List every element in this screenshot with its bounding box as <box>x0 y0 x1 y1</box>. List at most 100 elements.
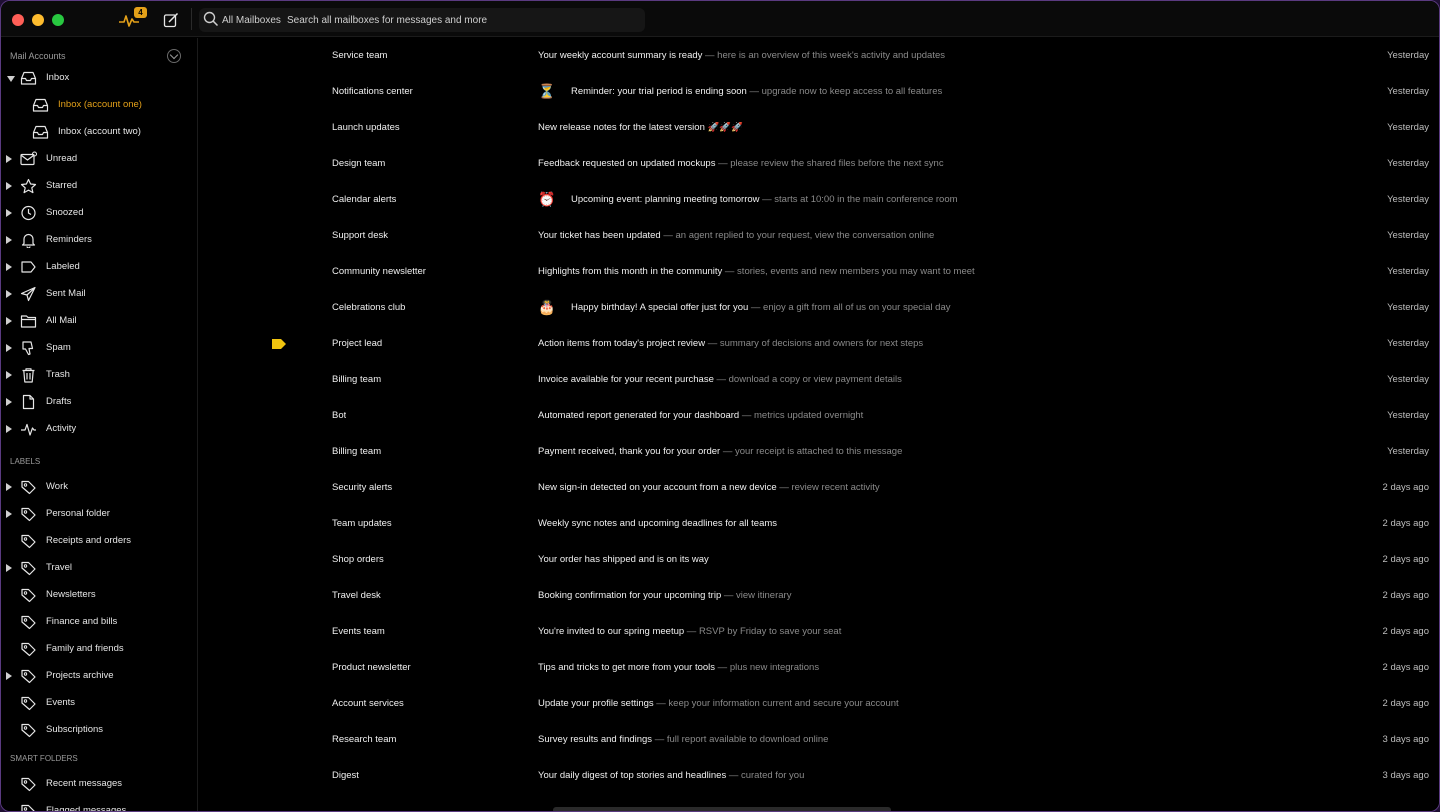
sidebar-item-clock[interactable]: Snoozed <box>1 201 197 225</box>
message-row[interactable]: Project lead Action items from today's pr… <box>199 326 1439 362</box>
disclosure-triangle-icon[interactable] <box>6 317 12 325</box>
disclosure-triangle-icon[interactable] <box>6 425 12 433</box>
message-row[interactable]: Digest Your daily digest of top stories a… <box>199 758 1439 794</box>
disclosure-triangle-icon[interactable] <box>6 290 12 298</box>
message-sender: Celebrations club <box>332 302 406 313</box>
message-sender: Bot <box>332 410 347 421</box>
sidebar-item-star[interactable]: Starred <box>1 174 197 198</box>
sidebar-smart-folder[interactable]: Flagged messages <box>1 799 197 812</box>
accounts-menu-button[interactable] <box>167 49 181 63</box>
sidebar-item-trash[interactable]: Trash <box>1 363 197 387</box>
disclosure-triangle-icon[interactable] <box>7 76 15 82</box>
message-row[interactable]: Service team Your weekly account summary … <box>199 38 1439 74</box>
sidebar-label-item[interactable]: Family and friends <box>1 637 197 661</box>
message-subject-text: Booking confirmation for your upcoming t… <box>538 590 722 601</box>
tag-icon <box>21 615 36 630</box>
message-subject-text: New sign-in detected on your account fro… <box>538 482 777 493</box>
message-row[interactable]: Product newsletter Tips and tricks to get… <box>199 650 1439 686</box>
message-row[interactable]: Shop orders Your order has shipped and is… <box>199 542 1439 578</box>
disclosure-triangle-icon[interactable] <box>6 344 12 352</box>
message-row[interactable]: Team updates Weekly sync notes and upcomi… <box>199 506 1439 542</box>
message-row[interactable]: Design team Feedback requested on updated… <box>199 146 1439 182</box>
message-date: Yesterday <box>1387 50 1429 61</box>
message-subject-text: Automated report generated for your dash… <box>538 410 740 421</box>
message-row[interactable]: Celebrations club 🎂 Happy birthday! A spec… <box>199 290 1439 326</box>
horizontal-scrollbar[interactable] <box>553 807 891 811</box>
sidebar-label-item[interactable]: Work <box>1 475 197 499</box>
disclosure-triangle-icon[interactable] <box>6 263 12 271</box>
message-subject-text: Upcoming event: planning meeting tomorro… <box>571 194 760 205</box>
disclosure-triangle-icon[interactable] <box>6 371 12 379</box>
sidebar-label-item[interactable]: Finance and bills <box>1 610 197 634</box>
sidebar-item-send[interactable]: Sent Mail <box>1 282 197 306</box>
disclosure-triangle-icon[interactable] <box>6 155 12 163</box>
sidebar-label-item[interactable]: Personal folder <box>1 502 197 526</box>
labels-section-header: LABELS <box>10 457 41 466</box>
disclosure-triangle-icon[interactable] <box>6 510 12 518</box>
tag-icon <box>21 723 36 738</box>
message-preview: — enjoy a gift from all of us on your sp… <box>748 302 951 313</box>
message-row[interactable]: Events team You're invited to our spring … <box>199 614 1439 650</box>
message-row[interactable]: Notifications center ⏳ Reminder: your tria… <box>199 74 1439 110</box>
zoom-window-button[interactable] <box>52 14 64 26</box>
sidebar-item-bell[interactable]: Reminders <box>1 228 197 252</box>
sidebar-item-activity[interactable]: Activity <box>1 417 197 441</box>
sidebar-item-label: Reminders <box>46 234 92 245</box>
message-preview: — view itinerary <box>721 590 792 601</box>
sidebar-label-item[interactable]: Newsletters <box>1 583 197 607</box>
message-date: Yesterday <box>1387 158 1429 169</box>
sidebar-label-item[interactable]: Receipts and orders <box>1 529 197 553</box>
disclosure-triangle-icon[interactable] <box>6 236 12 244</box>
sidebar-label-name: Events <box>46 697 76 708</box>
sidebar-item-document[interactable]: Drafts <box>1 390 197 414</box>
disclosure-triangle-icon[interactable] <box>6 398 12 406</box>
message-row[interactable]: Bot Automated report generated for your d… <box>199 398 1439 434</box>
message-subject: Tips and tricks to get more from your to… <box>538 662 1327 673</box>
sidebar-smart-folder-label: Flagged messages <box>46 805 127 812</box>
minimize-window-button[interactable] <box>32 14 44 26</box>
message-row[interactable]: Community newsletter Highlights from this… <box>199 254 1439 290</box>
message-subject: Upcoming event: planning meeting tomorro… <box>571 194 1327 205</box>
search-scope[interactable]: All Mailboxes <box>222 15 281 26</box>
sidebar-label-name: Finance and bills <box>46 616 118 627</box>
message-sender: Billing team <box>332 446 382 457</box>
disclosure-triangle-icon[interactable] <box>6 672 12 680</box>
message-sender: Support desk <box>332 230 388 241</box>
disclosure-triangle-icon[interactable] <box>6 182 12 190</box>
message-subject-text: Weekly sync notes and upcoming deadlines… <box>538 518 778 529</box>
message-row[interactable]: Billing team Invoice available for your r… <box>199 362 1439 398</box>
sidebar-item-inbox[interactable]: Inbox <box>1 66 197 90</box>
sidebar-item-thumbs-down[interactable]: Spam <box>1 336 197 360</box>
message-row[interactable]: Billing team Payment received, thank you … <box>199 434 1439 470</box>
message-row[interactable]: Launch updates New release notes for the … <box>199 110 1439 146</box>
sidebar-label-name: Newsletters <box>46 589 96 600</box>
sidebar-label-item[interactable]: Events <box>1 691 197 715</box>
sidebar-item-envelope-badge[interactable]: Unread <box>1 147 197 171</box>
disclosure-triangle-icon[interactable] <box>6 209 12 217</box>
message-row[interactable]: Travel desk Booking confirmation for your… <box>199 578 1439 614</box>
sidebar-smart-folder[interactable]: Recent messages <box>1 772 197 796</box>
document-icon <box>22 394 35 410</box>
message-row[interactable]: Account services Update your profile sett… <box>199 686 1439 722</box>
message-row[interactable]: Research team Survey results and findings… <box>199 722 1439 758</box>
tag-icon <box>21 507 36 522</box>
close-window-button[interactable] <box>12 14 24 26</box>
sidebar-label-item[interactable]: Travel <box>1 556 197 580</box>
message-row[interactable]: Security alerts New sign-in detected on y… <box>199 470 1439 506</box>
message-row[interactable]: Support desk Your ticket has been updated… <box>199 218 1439 254</box>
tag-icon <box>21 642 36 657</box>
message-row[interactable]: Calendar alerts ⏰ Upcoming event: planning… <box>199 182 1439 218</box>
sidebar-item-label: Drafts <box>46 396 72 407</box>
compose-icon[interactable] <box>163 12 179 28</box>
inbox-icon <box>20 71 37 85</box>
flag-label-icon[interactable] <box>271 338 287 350</box>
sidebar-label-item[interactable]: Subscriptions <box>1 718 197 742</box>
sidebar-item-folder[interactable]: All Mail <box>1 309 197 333</box>
sidebar-item-inbox[interactable]: Inbox (account two) <box>1 120 197 144</box>
search-input[interactable] <box>287 11 637 29</box>
sidebar-item-label[interactable]: Labeled <box>1 255 197 279</box>
sidebar-item-inbox[interactable]: Inbox (account one) <box>1 93 197 117</box>
disclosure-triangle-icon[interactable] <box>6 483 12 491</box>
disclosure-triangle-icon[interactable] <box>6 564 12 572</box>
sidebar-label-item[interactable]: Projects archive <box>1 664 197 688</box>
